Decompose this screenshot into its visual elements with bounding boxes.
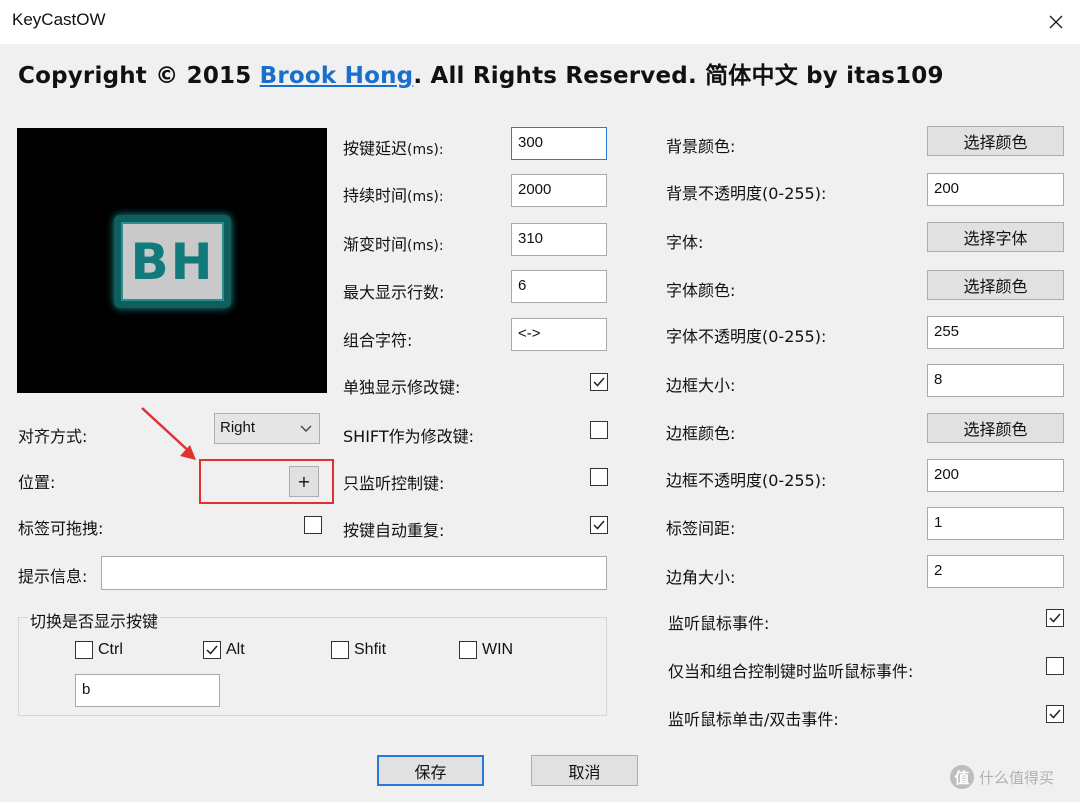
position-pick-button[interactable]: + bbox=[289, 466, 319, 497]
align-select-value: Right bbox=[220, 419, 256, 436]
align-label: 对齐方式: bbox=[18, 427, 88, 446]
tip-label: 提示信息: bbox=[18, 567, 88, 586]
checkmark-icon bbox=[593, 520, 605, 530]
bg-color-button[interactable]: 选择颜色 bbox=[927, 126, 1064, 156]
position-picker: + bbox=[199, 459, 334, 504]
auto-repeat-checkbox[interactable] bbox=[590, 516, 608, 534]
bg-color-label: 背景颜色: bbox=[666, 137, 736, 156]
checkmark-icon bbox=[593, 377, 605, 387]
border-color-label: 边框颜色: bbox=[666, 424, 736, 443]
font-opacity-label: 字体不透明度(0-255): bbox=[666, 327, 827, 346]
win-checkbox[interactable] bbox=[459, 641, 477, 659]
annotation-arrow-icon bbox=[141, 407, 196, 460]
shift-checkbox[interactable] bbox=[331, 641, 349, 659]
show-modifier-checkbox[interactable] bbox=[590, 373, 608, 391]
position-label: 位置: bbox=[18, 473, 56, 492]
font-color-label: 字体颜色: bbox=[666, 281, 736, 300]
max-lines-label: 最大显示行数: bbox=[343, 283, 445, 302]
alt-label: Alt bbox=[226, 641, 245, 658]
show-modifier-label: 单独显示修改键: bbox=[343, 378, 461, 397]
tip-input[interactable] bbox=[101, 556, 607, 590]
toggle-key-input[interactable]: b bbox=[75, 674, 220, 707]
border-size-input[interactable]: 8 bbox=[927, 364, 1064, 397]
duration-input[interactable]: 2000 bbox=[511, 174, 607, 207]
border-size-label: 边框大小: bbox=[666, 376, 736, 395]
only-control-checkbox[interactable] bbox=[590, 468, 608, 486]
label-spacing-label: 标签间距: bbox=[666, 519, 736, 538]
copyright-header: Copyright © 2015 Brook Hong. All Rights … bbox=[18, 56, 944, 90]
max-lines-input[interactable]: 6 bbox=[511, 270, 607, 303]
copyright-suffix: . All Rights Reserved. 简体中文 by itas109 bbox=[413, 63, 944, 89]
cancel-button[interactable]: 取消 bbox=[531, 755, 638, 786]
align-select[interactable]: Right bbox=[214, 413, 320, 444]
key-delay-label: 按键延迟(ms): bbox=[343, 139, 444, 158]
chevron-down-icon bbox=[300, 425, 312, 432]
font-opacity-input[interactable]: 255 bbox=[927, 316, 1064, 349]
watermark: 值 什么值得买 bbox=[950, 765, 1054, 789]
font-color-button[interactable]: 选择颜色 bbox=[927, 270, 1064, 300]
border-color-button[interactable]: 选择颜色 bbox=[927, 413, 1064, 443]
draggable-label: 标签可拖拽: bbox=[18, 519, 104, 538]
title-bar: KeyCastOW bbox=[0, 0, 1080, 44]
font-label: 字体: bbox=[666, 233, 704, 252]
close-button[interactable] bbox=[1038, 4, 1074, 40]
mouse-combo-only-checkbox[interactable] bbox=[1046, 657, 1064, 675]
close-icon bbox=[1049, 15, 1063, 29]
label-spacing-input[interactable]: 1 bbox=[927, 507, 1064, 540]
bh-logo: BH bbox=[114, 215, 231, 308]
shift-modifier-checkbox[interactable] bbox=[590, 421, 608, 439]
mouse-combo-only-label: 仅当和组合控制键时监听鼠标事件: bbox=[668, 662, 914, 681]
watermark-logo-icon: 值 bbox=[950, 765, 974, 789]
border-opacity-input[interactable]: 200 bbox=[927, 459, 1064, 492]
ctrl-checkbox[interactable] bbox=[75, 641, 93, 659]
checkmark-icon bbox=[206, 645, 218, 655]
corner-size-input[interactable]: 2 bbox=[927, 555, 1064, 588]
logo-text: BH bbox=[130, 232, 215, 291]
crosshair-icon: + bbox=[297, 472, 311, 491]
author-link[interactable]: Brook Hong bbox=[260, 63, 414, 89]
mouse-click-label: 监听鼠标单击/双击事件: bbox=[668, 710, 839, 729]
auto-repeat-label: 按键自动重复: bbox=[343, 521, 445, 540]
mouse-click-checkbox[interactable] bbox=[1046, 705, 1064, 723]
corner-size-label: 边角大小: bbox=[666, 568, 736, 587]
combo-char-label: 组合字符: bbox=[343, 331, 413, 350]
win-label: WIN bbox=[482, 641, 514, 658]
draggable-checkbox[interactable] bbox=[304, 516, 322, 534]
key-delay-input[interactable]: 300 bbox=[511, 127, 607, 160]
fade-input[interactable]: 310 bbox=[511, 223, 607, 256]
save-button[interactable]: 保存 bbox=[377, 755, 484, 786]
only-control-label: 只监听控制键: bbox=[343, 474, 445, 493]
fade-label: 渐变时间(ms): bbox=[343, 235, 444, 254]
checkmark-icon bbox=[1049, 613, 1061, 623]
border-opacity-label: 边框不透明度(0-255): bbox=[666, 471, 827, 490]
bg-opacity-input[interactable]: 200 bbox=[927, 173, 1064, 206]
font-button[interactable]: 选择字体 bbox=[927, 222, 1064, 252]
shift-modifier-label: SHIFT作为修改键: bbox=[343, 427, 474, 446]
shift-label: Shfit bbox=[354, 641, 387, 658]
watermark-text: 什么值得买 bbox=[979, 768, 1055, 787]
checkmark-icon bbox=[1049, 709, 1061, 719]
mouse-events-label: 监听鼠标事件: bbox=[668, 614, 770, 633]
toggle-group-title: 切换是否显示按键 bbox=[28, 608, 161, 632]
bg-opacity-label: 背景不透明度(0-255): bbox=[666, 184, 827, 203]
combo-char-input[interactable]: <-> bbox=[511, 318, 607, 351]
preview-panel: BH bbox=[17, 128, 327, 393]
alt-checkbox[interactable] bbox=[203, 641, 221, 659]
ctrl-label: Ctrl bbox=[98, 641, 123, 658]
window-title: KeyCastOW bbox=[12, 10, 106, 29]
duration-label: 持续时间(ms): bbox=[343, 186, 444, 205]
mouse-events-checkbox[interactable] bbox=[1046, 609, 1064, 627]
copyright-prefix: Copyright © 2015 bbox=[18, 63, 260, 89]
